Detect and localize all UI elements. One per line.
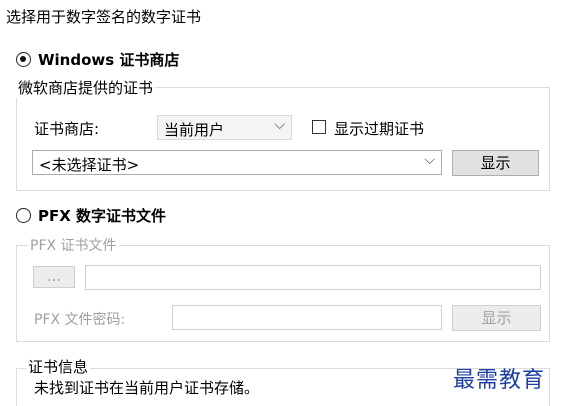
radio-selected-dot <box>20 56 26 62</box>
store-combobox-value: 当前用户 <box>164 121 225 139</box>
show-certificate-button[interactable]: 显示 <box>452 150 539 176</box>
windows-store-radio[interactable] <box>16 52 31 67</box>
windows-store-radio-label[interactable]: Windows 证书商店 <box>38 49 179 70</box>
pfx-password-input[interactable] <box>172 305 442 330</box>
watermark-logo: 最需教育 <box>453 368 546 393</box>
dialog-heading: 选择用于数字签名的数字证书 <box>6 8 202 26</box>
store-combobox[interactable]: 当前用户 ⌵ <box>157 115 292 140</box>
pfx-group-title: PFX 证书文件 <box>28 235 119 255</box>
show-expired-label[interactable]: 显示过期证书 <box>334 118 424 139</box>
certificate-combobox-value: <未选择证书> <box>39 156 140 174</box>
pfx-file-input[interactable] <box>85 265 541 290</box>
cert-info-message: 未找到证书在当前用户证书存储。 <box>34 379 260 397</box>
pfx-radio-label[interactable]: PFX 数字证书文件 <box>38 205 166 226</box>
pfx-radio[interactable] <box>16 208 31 223</box>
pfx-show-button[interactable]: 显示 <box>452 305 541 331</box>
chevron-down-icon: ⌵ <box>274 117 285 133</box>
certificate-combobox[interactable]: <未选择证书> ⌵ <box>32 150 442 175</box>
store-label: 证书商店: <box>34 120 100 138</box>
windows-store-group-title: 微软商店提供的证书 <box>16 77 156 98</box>
pfx-password-label: PFX 文件密码: <box>34 312 126 328</box>
browse-pfx-button[interactable]: ... <box>33 266 75 288</box>
show-expired-checkbox[interactable] <box>312 120 326 134</box>
chevron-down-icon: ⌵ <box>424 152 435 168</box>
cert-info-group-title: 证书信息 <box>26 356 91 377</box>
